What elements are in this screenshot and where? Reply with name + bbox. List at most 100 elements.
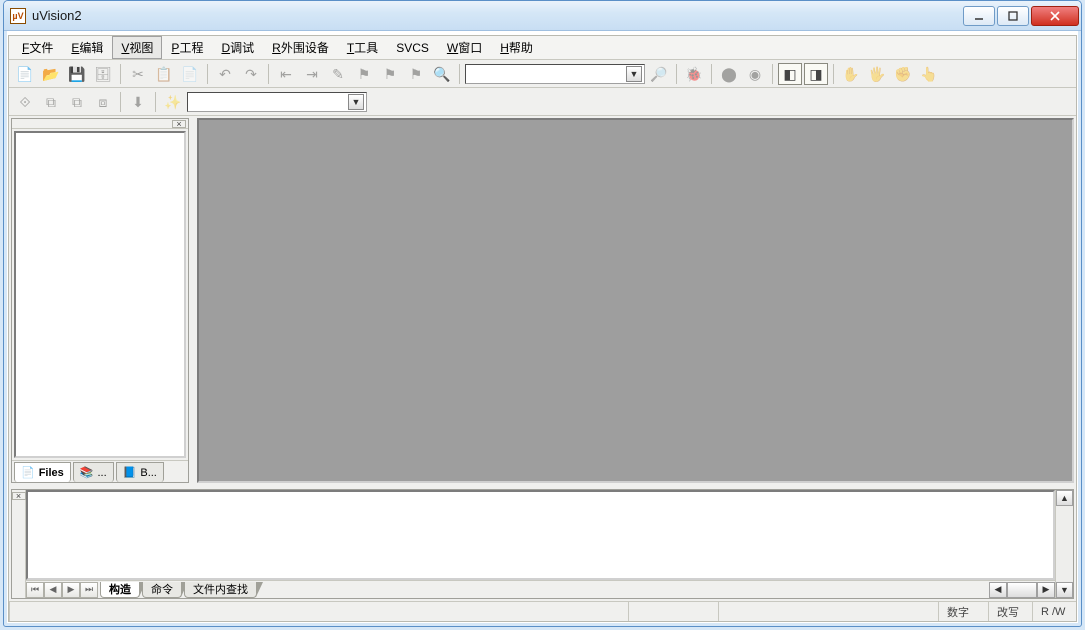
- menu-peripherals[interactable]: R外围设备: [263, 36, 338, 59]
- project-tab-label: Files: [39, 467, 64, 479]
- tab-nav-first-icon[interactable]: ⏮: [26, 582, 44, 598]
- output-tab-label: 命令: [151, 581, 173, 597]
- app-icon: µV: [10, 8, 26, 24]
- indent-right-icon[interactable]: ⇥: [300, 63, 324, 85]
- output-close-icon[interactable]: ×: [12, 492, 26, 500]
- toolbar-main: 📄 📂 💾 🗄 ✂ 📋 📄 ↶ ↷ ⇤ ⇥ ✎ ⚑ ⚑ ⚑ 🔍 ▼ 🔎: [9, 60, 1076, 88]
- tab-nav-last-icon[interactable]: ⏭: [80, 582, 98, 598]
- project-window-icon[interactable]: ◧: [778, 63, 802, 85]
- chevron-down-icon[interactable]: ▼: [626, 66, 642, 82]
- scroll-track[interactable]: [1056, 506, 1073, 582]
- project-tab-label: B...: [140, 467, 157, 479]
- debug-start-icon[interactable]: 🐞: [682, 63, 706, 85]
- editor-area[interactable]: [197, 118, 1074, 483]
- status-rw: R /W: [1032, 602, 1076, 621]
- close-button[interactable]: [1031, 6, 1079, 26]
- menu-edit[interactable]: E编辑: [62, 36, 112, 59]
- menubar: F文件 E编辑 V视图 P工程 D调试 R外围设备 T工具 SVCS W窗口 H…: [9, 36, 1076, 60]
- bookmark-clear-icon[interactable]: ⚑: [404, 63, 428, 85]
- panel-close-icon[interactable]: ×: [172, 120, 186, 128]
- rebuild-icon[interactable]: ⧉: [65, 91, 89, 113]
- project-tree[interactable]: [14, 131, 186, 458]
- output-tab-label: 构造: [109, 581, 131, 597]
- scroll-down-icon[interactable]: ▼: [1056, 582, 1073, 598]
- status-message: [9, 602, 628, 621]
- statusbar: 数字 改写 R /W: [9, 601, 1076, 621]
- new-file-icon[interactable]: 📄: [13, 63, 37, 85]
- indent-left-icon[interactable]: ⇤: [274, 63, 298, 85]
- output-vscroll[interactable]: ▲ ▼: [1055, 490, 1073, 598]
- menu-svcs[interactable]: SVCS: [387, 36, 438, 59]
- scroll-up-icon[interactable]: ▲: [1056, 490, 1073, 506]
- tool-a-icon[interactable]: ✋: [839, 63, 863, 85]
- redo-icon[interactable]: ↷: [239, 63, 263, 85]
- bookmark-prev-icon[interactable]: ⚑: [352, 63, 376, 85]
- build-icon[interactable]: ⧉: [39, 91, 63, 113]
- output-tabs: ⏮ ◀ ▶ ⏭ 构造 命令 文件内查找: [26, 580, 1055, 598]
- output-panel: × ⏮ ◀ ▶ ⏭ 构造: [11, 489, 1074, 599]
- tool-c-icon[interactable]: ✊: [891, 63, 915, 85]
- find-in-files-icon[interactable]: 🔍: [430, 63, 454, 85]
- titlebar[interactable]: µV uVision2: [4, 1, 1081, 31]
- tab-nav-prev-icon[interactable]: ◀: [44, 582, 62, 598]
- tool-b-icon[interactable]: 🖐: [865, 63, 889, 85]
- menu-window[interactable]: W窗口: [438, 36, 491, 59]
- work-area: × 📄 Files 📚 ... 📘: [9, 116, 1076, 601]
- menu-tools[interactable]: T工具: [338, 36, 387, 59]
- output-tab-findinfiles[interactable]: 文件内查找: [184, 582, 257, 598]
- translate-icon[interactable]: ⟐: [13, 91, 37, 113]
- menu-file[interactable]: F文件: [13, 36, 62, 59]
- save-icon[interactable]: 💾: [65, 63, 89, 85]
- project-tab-regs[interactable]: 📚 ...: [73, 462, 114, 482]
- menu-view[interactable]: V视图: [112, 36, 162, 59]
- menu-help[interactable]: H帮助: [491, 36, 542, 59]
- project-tabs: 📄 Files 📚 ... 📘 B...: [12, 460, 188, 482]
- output-tab-build[interactable]: 构造: [100, 582, 140, 598]
- tool-d-icon[interactable]: 👆: [917, 63, 941, 85]
- undo-icon[interactable]: ↶: [213, 63, 237, 85]
- book2-icon: 📘: [123, 466, 137, 479]
- download-icon[interactable]: ⬇: [126, 91, 150, 113]
- menu-debug[interactable]: D调试: [212, 36, 263, 59]
- output-tab-label: 文件内查找: [193, 581, 248, 597]
- menu-project[interactable]: P工程: [162, 36, 212, 59]
- project-tab-label: ...: [97, 467, 106, 479]
- find-icon[interactable]: 🔎: [647, 63, 671, 85]
- breakpoint-icon[interactable]: ⬤: [717, 63, 741, 85]
- minimize-button[interactable]: [963, 6, 995, 26]
- status-numlock: 数字: [938, 602, 988, 621]
- output-tab-command[interactable]: 命令: [142, 582, 182, 598]
- files-icon: 📄: [21, 466, 35, 479]
- status-cell-2: [628, 602, 718, 621]
- splitter-vertical[interactable]: [191, 118, 195, 483]
- bookmark-next-icon[interactable]: ⚑: [378, 63, 402, 85]
- breakpoint-enable-icon[interactable]: ◉: [743, 63, 767, 85]
- output-window-icon[interactable]: ◨: [804, 63, 828, 85]
- status-ovr: 改写: [988, 602, 1032, 621]
- hscroll-right-icon[interactable]: ▶: [1037, 582, 1055, 598]
- bookmark-toggle-icon[interactable]: ✎: [326, 63, 350, 85]
- paste-icon[interactable]: 📄: [178, 63, 202, 85]
- hscroll-left-icon[interactable]: ◀: [989, 582, 1007, 598]
- target-options-icon[interactable]: ✨: [161, 91, 185, 113]
- app-window: µV uVision2 F文件 E编辑 V视图 P工程 D调试 R外围设备 T工…: [3, 0, 1082, 627]
- maximize-button[interactable]: [997, 6, 1029, 26]
- cut-icon[interactable]: ✂: [126, 63, 150, 85]
- toolbar-build: ⟐ ⧉ ⧉ ⧈ ⬇ ✨ ▼: [9, 88, 1076, 116]
- tab-nav-next-icon[interactable]: ▶: [62, 582, 80, 598]
- window-title: uVision2: [32, 8, 82, 23]
- book-icon: 📚: [80, 466, 94, 479]
- save-all-icon[interactable]: 🗄: [91, 63, 115, 85]
- hscroll-track[interactable]: [1007, 582, 1037, 598]
- chevron-down-icon[interactable]: ▼: [348, 94, 364, 110]
- copy-icon[interactable]: 📋: [152, 63, 176, 85]
- project-tab-files[interactable]: 📄 Files: [14, 462, 71, 482]
- stop-build-icon[interactable]: ⧈: [91, 91, 115, 113]
- project-panel: × 📄 Files 📚 ... 📘: [11, 118, 189, 483]
- open-file-icon[interactable]: 📂: [39, 63, 63, 85]
- output-text[interactable]: [26, 490, 1055, 580]
- project-tab-books[interactable]: 📘 B...: [116, 462, 164, 482]
- status-cell-3: [718, 602, 938, 621]
- target-combo[interactable]: ▼: [187, 92, 367, 112]
- search-combo[interactable]: ▼: [465, 64, 645, 84]
